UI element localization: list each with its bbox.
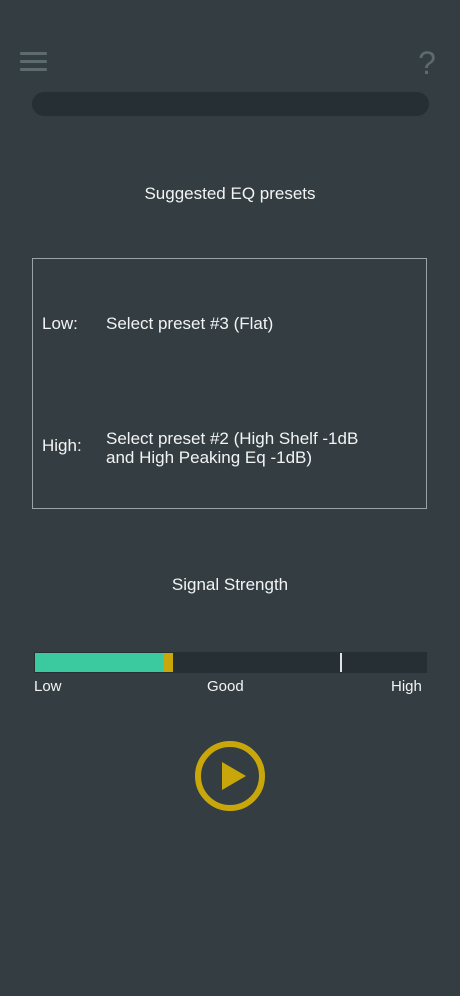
- progress-bar: [32, 92, 429, 116]
- preset-high-label: High:: [42, 436, 82, 455]
- preset-low-label: Low:: [42, 314, 78, 333]
- signal-peak-indicator: [164, 653, 173, 672]
- meter-label-good: Good: [207, 678, 244, 695]
- signal-target-marker: [340, 653, 342, 672]
- preset-high-value: Select preset #2 (High Shelf -1dB and Hi…: [106, 429, 359, 467]
- meter-label-low: Low: [34, 678, 62, 695]
- hamburger-menu-icon[interactable]: [20, 52, 48, 72]
- eq-presets-title: Suggested EQ presets: [144, 184, 316, 203]
- signal-strength-title: Signal Strength: [171, 575, 289, 594]
- play-button[interactable]: [194, 740, 266, 812]
- preset-low-value: Select preset #3 (Flat): [106, 314, 274, 333]
- signal-level-fill: [35, 653, 164, 672]
- meter-label-high: High: [391, 678, 422, 695]
- preset-row-low: Low: Select preset #3 (Flat): [42, 314, 418, 333]
- question-mark-icon[interactable]: ?: [415, 44, 439, 82]
- eq-presets-panel: Low: Select preset #3 (Flat) High: Selec…: [32, 258, 427, 509]
- signal-strength-meter: [34, 652, 427, 673]
- preset-row-high: High: Select preset #2 (High Shelf -1dB …: [42, 429, 418, 467]
- play-icon: [195, 741, 265, 811]
